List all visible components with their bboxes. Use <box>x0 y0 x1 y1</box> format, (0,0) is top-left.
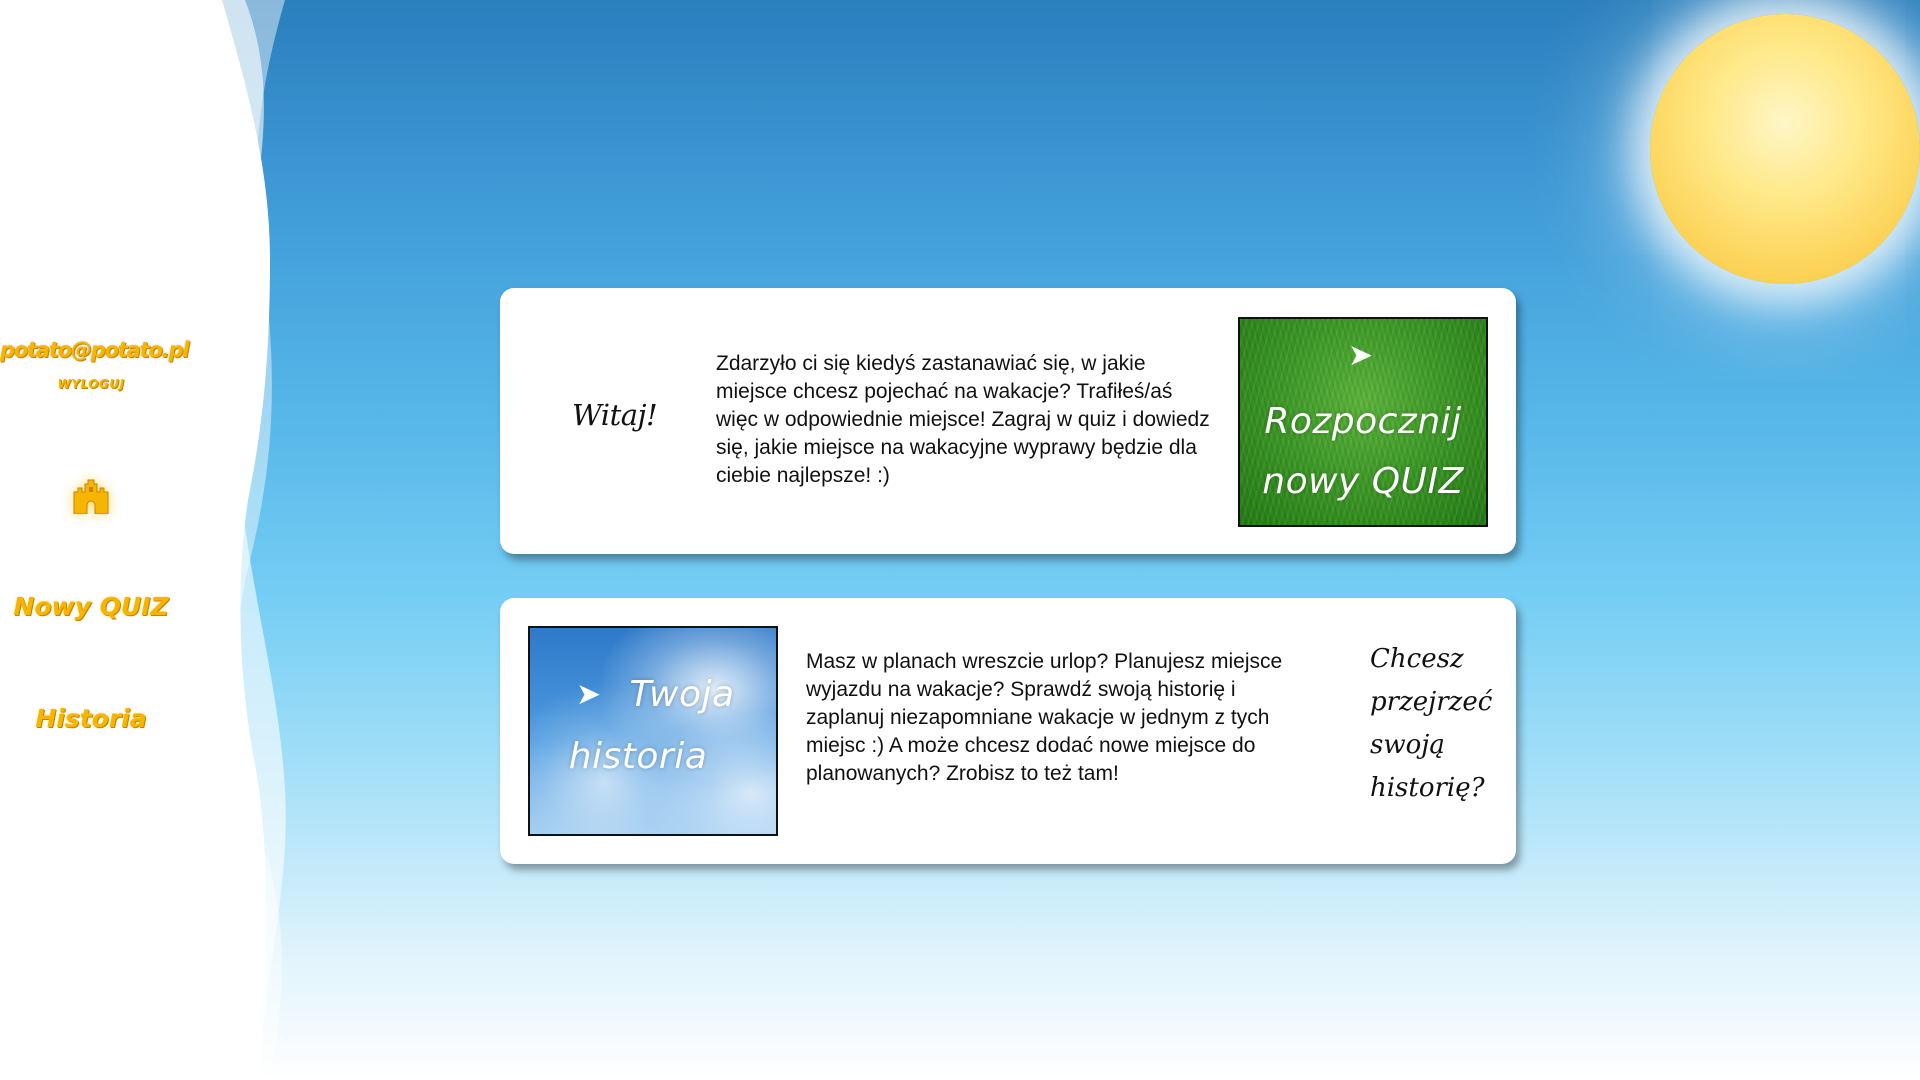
history-description: Masz w planach wreszcie urlop? Planujesz… <box>806 650 1283 785</box>
welcome-card: Witaj! Zdarzyło ci się kiedyś zastanawia… <box>500 288 1516 554</box>
nav-history-link[interactable]: Historia <box>0 704 182 733</box>
start-quiz-tile[interactable]: ➤ Rozpocznij nowy QUIZ <box>1238 317 1488 527</box>
history-question: Chcesz przejrzeć swoją historię? <box>1370 644 1493 803</box>
history-card: ➤ Twoja historia Masz w planach wreszcie… <box>500 598 1516 864</box>
nav-new-quiz-link[interactable]: Nowy QUIZ <box>0 592 182 621</box>
logout-link[interactable]: WYLOGUJ <box>0 377 182 391</box>
start-quiz-label-line1: Rozpocznij <box>1264 401 1462 442</box>
sun-decoration <box>1650 14 1920 284</box>
history-tile[interactable]: ➤ Twoja historia <box>528 626 778 836</box>
welcome-description: Zdarzyło ci się kiedyś zastanawiać się, … <box>716 352 1210 487</box>
history-label-line2: historia <box>568 736 708 777</box>
sidebar: potato@potato.pl WYLOGUJ Nowy QUIZ Histo… <box>0 0 200 1080</box>
start-quiz-label-line2: nowy QUIZ <box>1262 461 1464 502</box>
user-email: potato@potato.pl <box>0 338 189 362</box>
castle-icon[interactable] <box>72 478 110 514</box>
arrow-icon: ➤ <box>1348 338 1374 373</box>
history-label-line1: Twoja <box>629 674 735 715</box>
greeting-heading: Witaj! <box>572 398 658 432</box>
